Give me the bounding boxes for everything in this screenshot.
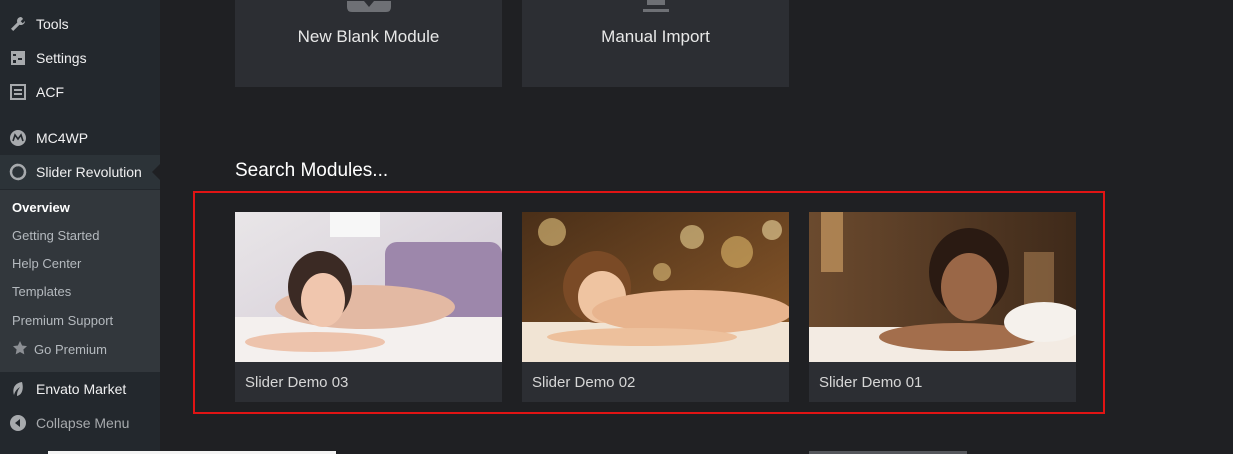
submenu-label-go-premium: Go Premium: [34, 342, 107, 357]
manual-import-tile[interactable]: Manual Import: [522, 0, 789, 87]
submenu-item-templates[interactable]: Templates: [12, 284, 71, 299]
import-icon: [641, 0, 671, 19]
admin-sidebar: Tools Settings ACF MC4WP Slider Revoluti…: [0, 0, 160, 454]
add-module-icon: [346, 0, 391, 18]
module-label-slider-demo-02: Slider Demo 02: [532, 374, 636, 391]
menu-label-collapse: Collapse Menu: [36, 415, 130, 431]
module-label-slider-demo-03: Slider Demo 03: [245, 374, 349, 391]
menu-label-envato-market: Envato Market: [36, 381, 127, 397]
new-blank-module-label: New Blank Module: [297, 27, 440, 46]
menu-item-envato-market[interactable]: Envato Market: [0, 372, 160, 406]
menu-label-acf: ACF: [36, 84, 64, 100]
menu-item-acf[interactable]: ACF: [0, 75, 160, 109]
menu-item-mc4wp[interactable]: MC4WP: [0, 121, 160, 155]
submenu-label-templates: Templates: [12, 284, 72, 299]
leaf-icon: [8, 379, 28, 399]
submenu-label-help-center: Help Center: [12, 256, 82, 271]
module-card-slider-demo-03[interactable]: Slider Demo 03: [235, 212, 502, 402]
slider-revolution-submenu: Overview Getting Started Help Center Tem…: [0, 190, 160, 372]
menu-label-settings: Settings: [36, 50, 87, 66]
slider-revolution-icon: [8, 162, 28, 182]
module-card-slider-demo-02[interactable]: Slider Demo 02: [522, 212, 789, 402]
submenu-item-help-center[interactable]: Help Center: [12, 256, 81, 271]
current-menu-arrow: [152, 164, 160, 180]
submenu-item-premium-support[interactable]: Premium Support: [12, 313, 113, 328]
module-thumbnail-02: [522, 212, 789, 362]
new-blank-module-tile[interactable]: New Blank Module: [235, 0, 502, 87]
collapse-menu-button[interactable]: Collapse Menu: [0, 406, 160, 440]
menu-item-slider-revolution[interactable]: Slider Revolution: [0, 155, 160, 189]
menu-label-slider-revolution: Slider Revolution: [36, 164, 142, 180]
wrench-icon: [8, 14, 28, 34]
manual-import-label: Manual Import: [601, 27, 710, 46]
submenu-label-premium-support: Premium Support: [12, 313, 114, 328]
search-modules-title: Search Modules...: [235, 160, 389, 181]
submenu-item-getting-started[interactable]: Getting Started: [12, 228, 99, 243]
menu-label-mc4wp: MC4WP: [36, 130, 89, 146]
settings-icon: [8, 48, 28, 68]
menu-item-tools[interactable]: Tools: [0, 7, 160, 41]
star-icon: [12, 340, 28, 359]
module-label-slider-demo-01: Slider Demo 01: [819, 374, 923, 391]
menu-label-tools: Tools: [36, 16, 69, 32]
submenu-item-overview[interactable]: Overview: [12, 200, 70, 215]
acf-icon: [8, 82, 28, 102]
submenu-item-go-premium[interactable]: Go Premium: [12, 340, 107, 359]
module-card-slider-demo-01[interactable]: Slider Demo 01: [809, 212, 1076, 402]
menu-item-settings[interactable]: Settings: [0, 41, 160, 75]
submenu-label-overview: Overview: [12, 200, 70, 215]
collapse-icon: [8, 413, 28, 433]
module-thumbnail-01: [809, 212, 1076, 362]
submenu-label-getting-started: Getting Started: [12, 228, 100, 243]
module-thumbnail-03: [235, 212, 502, 362]
mc4wp-icon: [8, 128, 28, 148]
